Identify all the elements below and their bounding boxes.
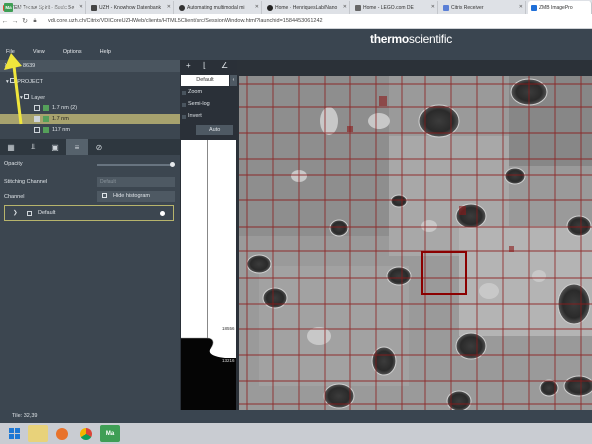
site-header: 8639 [0, 60, 180, 72]
opacity-slider[interactable] [97, 164, 173, 166]
layer-node[interactable]: ▾ Layer [20, 94, 45, 101]
close-icon[interactable]: ✕ [343, 4, 347, 10]
histogram-axis [207, 140, 208, 360]
browser-tab[interactable]: Citrix Receiver ✕ [440, 1, 526, 14]
forward-icon[interactable]: → [10, 18, 20, 25]
invert-option[interactable]: Invert [188, 113, 202, 119]
zoom-option[interactable]: Zoom [188, 89, 202, 95]
status-bar: Tile: 32,39 [0, 410, 592, 423]
browser-tab[interactable]: UZH - Knowhow Datenbank ✕ [88, 1, 174, 14]
tree-toggle-icon[interactable]: ✕ [4, 62, 9, 69]
close-icon[interactable]: ✕ [255, 4, 259, 10]
histogram-max-value[interactable]: 18556 [221, 326, 236, 331]
menu-bar: File View Options Help [0, 49, 123, 55]
layer-checkbox[interactable] [24, 94, 30, 99]
channel-name: Default [38, 210, 56, 216]
tab-default[interactable]: Default [181, 75, 229, 86]
file-explorer-icon[interactable] [28, 425, 48, 442]
opacity-label: Opacity [4, 161, 23, 167]
corner-icon[interactable]: ⌊ [203, 61, 206, 70]
layer-item[interactable]: 1.7 nm (2) [0, 103, 180, 113]
channel-label: Channel [4, 194, 25, 200]
lock-icon: 🔒︎ [33, 17, 37, 24]
url-input[interactable]: vdi.core.uzh.ch/Citrix/VDICoreUZHWeb/cli… [48, 18, 323, 24]
histogram-fill [181, 362, 236, 410]
tab-favicon-icon [91, 4, 97, 11]
app-header [0, 29, 592, 60]
menu-options[interactable]: Options [63, 49, 82, 55]
channel-checkbox[interactable] [27, 211, 32, 216]
histogram-icon [102, 193, 107, 198]
opacity-slider-handle[interactable] [170, 162, 175, 167]
close-icon[interactable]: ✕ [519, 4, 523, 10]
tile-readout: Tile: 32,39 [12, 413, 38, 419]
maps-viewer-taskbar-icon[interactable]: Ma [100, 425, 120, 442]
menu-file[interactable]: File [6, 49, 15, 55]
em-tiles [239, 76, 592, 410]
align-icon[interactable]: ⫫ [22, 139, 44, 155]
github-icon [267, 4, 273, 11]
layer-color-swatch [43, 116, 49, 122]
brand-logo: thermoscientific [370, 32, 452, 46]
chevron-right-icon[interactable]: ❯ [13, 210, 18, 216]
layer-checkbox[interactable] [34, 127, 40, 133]
back-icon[interactable]: ← [0, 18, 10, 25]
channel-color-dot[interactable] [160, 211, 165, 216]
collapse-icon[interactable]: ‹ [230, 75, 237, 86]
semilog-option[interactable]: Semi-log [188, 101, 210, 107]
close-icon[interactable]: ✕ [167, 4, 171, 10]
browser-tab[interactable]: Home - LEGO.com DE ✕ [352, 1, 438, 14]
browser-tab[interactable]: Automating multimodal mi ✕ [176, 1, 262, 14]
semilog-checkbox[interactable] [182, 103, 186, 107]
windows-start-icon[interactable] [4, 425, 24, 442]
layer-checkbox[interactable] [34, 116, 40, 122]
sliders-icon[interactable]: ≡ [66, 139, 88, 155]
layer-item[interactable]: 117 nm [0, 125, 180, 135]
auto-button[interactable]: Auto [196, 125, 233, 135]
grid-icon[interactable]: ▦ [0, 139, 22, 155]
close-icon[interactable]: ✕ [431, 4, 435, 10]
image-icon[interactable]: ▣ [44, 139, 66, 155]
app-logo-icon: Ma [4, 3, 13, 12]
citrix-icon [443, 4, 449, 11]
tab-favicon-icon [355, 4, 361, 11]
panel-toolbar: ▦ ⫫ ▣ ≡ ⊘ [0, 139, 180, 155]
layer-color-swatch [43, 105, 49, 111]
project-checkbox[interactable] [10, 78, 16, 83]
browser-tab-active[interactable]: ZMB ImagePro [528, 1, 592, 14]
app-title: Maps Offline Viewer 3.10 [19, 5, 81, 11]
address-bar: ← → ↻ 🔒︎ vdi.core.uzh.ch/Citrix/VDICoreU… [0, 14, 592, 29]
histogram-min-value[interactable]: 13216 [221, 358, 236, 363]
add-icon[interactable]: + [186, 61, 191, 70]
firefox-icon[interactable] [52, 425, 72, 442]
invert-checkbox[interactable] [182, 115, 186, 119]
browser-tab-bar: TEM Tecnai Spirit - Basic Se ✕ UZH - Know… [0, 0, 592, 14]
windows-taskbar: Ma [0, 423, 592, 444]
stitching-label: Stitching Channel [4, 179, 48, 185]
layer-checkbox[interactable] [34, 105, 40, 111]
tab-favicon-icon [531, 4, 537, 11]
stitching-select[interactable]: Default [97, 177, 175, 187]
layer-item-selected[interactable]: 1.7 nm [0, 114, 180, 124]
hide-histogram-button[interactable]: Hide histogram [97, 191, 175, 202]
project-node[interactable]: ▾ PROJECT [6, 78, 43, 85]
reload-icon[interactable]: ↻ [20, 17, 30, 25]
menu-view[interactable]: View [33, 49, 45, 55]
menu-help[interactable]: Help [100, 49, 111, 55]
browser-tab[interactable]: Home · HenriquesLab/Nano ✕ [264, 1, 350, 14]
zoom-checkbox[interactable] [182, 91, 186, 95]
em-mosaic-image[interactable] [239, 76, 592, 410]
tab-favicon-icon [179, 4, 185, 11]
layer-color-swatch [43, 127, 49, 133]
compass-icon[interactable]: ⊘ [88, 139, 110, 155]
chrome-icon[interactable] [76, 425, 96, 442]
angle-icon[interactable]: ∠ [221, 61, 228, 70]
channel-row[interactable]: ❯ Default [4, 205, 174, 221]
